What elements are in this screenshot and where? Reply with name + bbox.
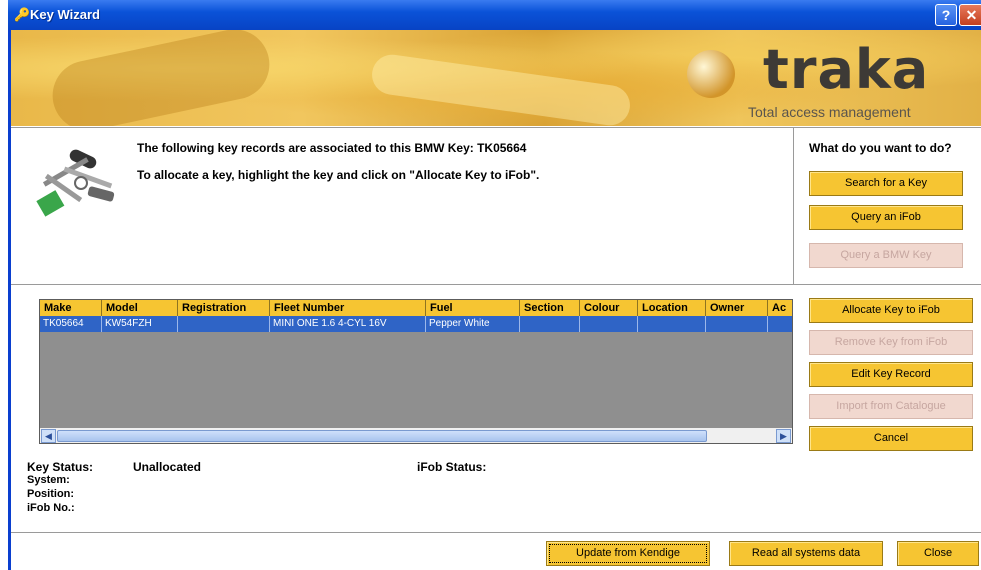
cell-location [638, 316, 706, 332]
cancel-button[interactable]: Cancel [809, 426, 973, 451]
ifob-status-label: iFob Status: [417, 460, 487, 474]
ifob-no-label: iFob No.: [27, 502, 75, 514]
position-label: Position: [27, 488, 75, 500]
banner-decoration [369, 52, 633, 126]
title-bar[interactable]: 🔑 Key Wizard ? ✕ [8, 0, 981, 30]
cell-fleet-number: MINI ONE 1.6 4-CYL 16V [270, 316, 426, 332]
scrollbar-thumb[interactable] [57, 430, 707, 442]
key-wizard-icon: 🔑 [14, 7, 31, 22]
column-header-colour[interactable]: Colour [580, 300, 638, 316]
import-from-catalogue-button[interactable]: Import from Catalogue [809, 394, 973, 419]
traka-banner: traka Total access management [11, 30, 981, 126]
cell-registration [178, 316, 270, 332]
edit-key-record-button[interactable]: Edit Key Record [809, 362, 973, 387]
divider [11, 127, 981, 128]
column-header-section[interactable]: Section [520, 300, 580, 316]
table-header: Make Model Registration Fleet Number Fue… [40, 300, 792, 316]
window-title: Key Wizard [30, 7, 100, 22]
column-header-model[interactable]: Model [102, 300, 178, 316]
search-key-button[interactable]: Search for a Key [809, 171, 963, 196]
column-header-fuel[interactable]: Fuel [426, 300, 520, 316]
scroll-left-arrow-icon[interactable]: ◀ [41, 429, 56, 443]
traka-tagline: Total access management [748, 104, 911, 120]
query-bmw-key-button[interactable]: Query a BMW Key [809, 243, 963, 268]
column-header-owner[interactable]: Owner [706, 300, 768, 316]
actions-heading: What do you want to do? [809, 141, 952, 155]
read-all-systems-data-button[interactable]: Read all systems data [729, 541, 883, 566]
column-header-make[interactable]: Make [40, 300, 102, 316]
cell-make: TK05664 [40, 316, 102, 332]
divider [11, 284, 981, 285]
column-header-ac[interactable]: Ac [768, 300, 792, 316]
banner-ball-graphic [687, 50, 735, 98]
query-ifob-button[interactable]: Query an iFob [809, 205, 963, 230]
cell-fuel: Pepper White [426, 316, 520, 332]
key-status-label: Key Status: [27, 460, 94, 474]
divider [11, 532, 981, 533]
help-button[interactable]: ? [935, 4, 957, 26]
horizontal-scrollbar[interactable]: ◀ ▶ [40, 428, 792, 443]
key-records-message: The following key records are associated… [137, 141, 527, 155]
divider [793, 128, 794, 284]
key-records-table[interactable]: Make Model Registration Fleet Number Fue… [39, 299, 793, 444]
column-header-registration[interactable]: Registration [178, 300, 270, 316]
column-header-location[interactable]: Location [638, 300, 706, 316]
keys-icon [36, 149, 115, 217]
update-from-kendige-button[interactable]: Update from Kendige [546, 541, 710, 566]
close-button[interactable]: Close [897, 541, 979, 566]
cell-owner [706, 316, 768, 332]
cell-section [520, 316, 580, 332]
allocate-key-button[interactable]: Allocate Key to iFob [809, 298, 973, 323]
remove-key-button[interactable]: Remove Key from iFob [809, 330, 973, 355]
close-window-button[interactable]: ✕ [959, 4, 981, 26]
key-wizard-window: 🔑 Key Wizard ? ✕ traka Total access mana… [8, 0, 981, 570]
system-label: System: [27, 474, 70, 486]
banner-decoration [46, 30, 276, 126]
scroll-right-arrow-icon[interactable]: ▶ [776, 429, 791, 443]
allocate-instruction: To allocate a key, highlight the key and… [137, 168, 540, 182]
key-status-value: Unallocated [133, 460, 202, 474]
traka-logo: traka [763, 38, 930, 101]
table-row[interactable]: TK05664 KW54FZH MINI ONE 1.6 4-CYL 16V P… [40, 316, 792, 332]
column-header-fleet-number[interactable]: Fleet Number [270, 300, 426, 316]
cell-ac [768, 316, 792, 332]
cell-colour [580, 316, 638, 332]
cell-model: KW54FZH [102, 316, 178, 332]
